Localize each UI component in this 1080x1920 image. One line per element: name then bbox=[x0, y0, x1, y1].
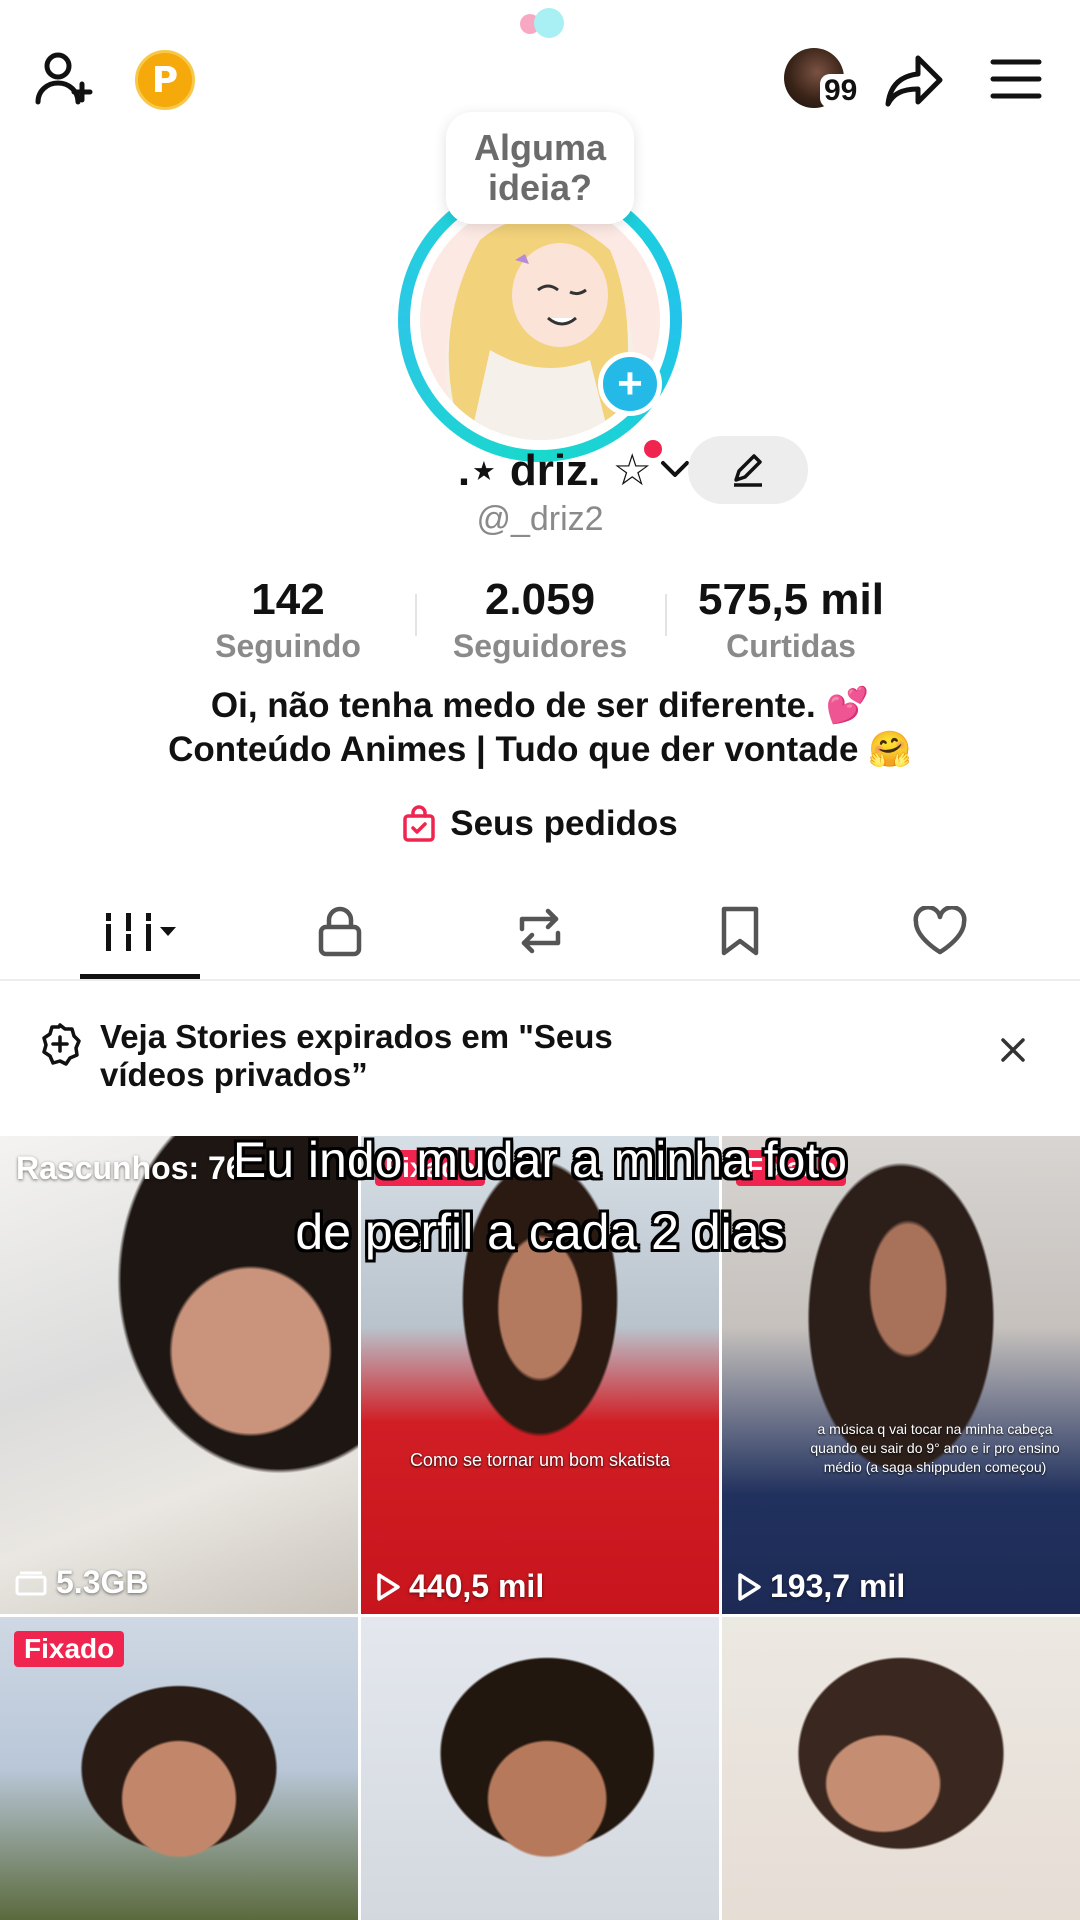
followers-stat[interactable]: 2.059 Seguidores bbox=[425, 574, 655, 666]
drafts-size-value: 5.3GB bbox=[56, 1564, 149, 1600]
chevron-down-icon bbox=[660, 453, 690, 487]
view-count: 193,7 mil bbox=[736, 1568, 905, 1605]
likes-label: Curtidas bbox=[726, 628, 856, 664]
close-icon[interactable] bbox=[1000, 1030, 1026, 1073]
stories-banner-text: Veja Stories expirados em "Seus vídeos p… bbox=[100, 1018, 613, 1093]
likes-count: 575,5 mil bbox=[698, 575, 884, 624]
likes-stat[interactable]: 575,5 mil Curtidas bbox=[676, 574, 906, 666]
orders-label: Seus pedidos bbox=[450, 804, 678, 843]
video-tile[interactable] bbox=[361, 1617, 719, 1920]
status-dot-cyan bbox=[534, 8, 564, 38]
drafts-icon bbox=[15, 1571, 47, 1595]
stat-divider bbox=[415, 594, 417, 636]
video-tile[interactable]: Fixado bbox=[0, 1617, 358, 1920]
display-name-row[interactable]: .⋆ driz. ☆ bbox=[0, 440, 690, 500]
bio-line-2: Conteúdo Animes | Tudo que der vontade 🤗 bbox=[168, 730, 912, 769]
following-label: Seguindo bbox=[215, 628, 361, 664]
following-stat[interactable]: 142 Seguindo bbox=[173, 574, 403, 666]
tab-divider bbox=[0, 979, 1080, 981]
drafts-size: 5.3GB bbox=[14, 1564, 148, 1601]
tab-liked[interactable] bbox=[840, 900, 1040, 962]
add-story-button[interactable]: + bbox=[598, 352, 662, 416]
video-tile[interactable] bbox=[722, 1617, 1080, 1920]
overlay-caption: Eu indo mudar a minha foto de perfil a c… bbox=[0, 1124, 1080, 1268]
shopping-bag-icon bbox=[403, 805, 435, 842]
orders-link[interactable]: Seus pedidos bbox=[0, 804, 1080, 844]
overlay-caption-line-2: de perfil a cada 2 dias bbox=[295, 1204, 785, 1260]
tab-reposts[interactable] bbox=[440, 900, 640, 962]
view-count-value: 440,5 mil bbox=[409, 1568, 545, 1604]
menu-icon[interactable] bbox=[990, 58, 1042, 100]
points-coin-icon[interactable]: P bbox=[135, 50, 195, 110]
view-count: 440,5 mil bbox=[375, 1568, 544, 1605]
stat-divider bbox=[665, 594, 667, 636]
view-count-value: 193,7 mil bbox=[770, 1568, 906, 1604]
overlay-caption-line-1: Eu indo mudar a minha foto bbox=[232, 1132, 848, 1188]
grid-filter-icon bbox=[103, 913, 176, 951]
story-plus-icon bbox=[38, 1022, 82, 1071]
notification-count: 99 bbox=[820, 74, 862, 108]
tab-videos[interactable] bbox=[40, 900, 240, 962]
repost-icon bbox=[519, 908, 561, 954]
lock-icon bbox=[318, 906, 362, 957]
display-name: .⋆ driz. ☆ bbox=[457, 445, 652, 495]
add-friend-icon[interactable] bbox=[34, 48, 96, 110]
edit-profile-button[interactable] bbox=[688, 436, 808, 504]
video-caption: Como se tornar um bom skatista bbox=[409, 1450, 671, 1470]
play-icon bbox=[377, 1572, 400, 1601]
bookmark-icon bbox=[721, 906, 759, 956]
username-handle: @_driz2 bbox=[476, 500, 604, 538]
tab-private[interactable] bbox=[240, 900, 440, 962]
bio-line-1: Oi, não tenha medo de ser diferente. 💕 bbox=[210, 686, 870, 725]
followers-count: 2.059 bbox=[484, 575, 596, 624]
tab-saved[interactable] bbox=[640, 900, 840, 962]
bio: Oi, não tenha medo de ser diferente. 💕 C… bbox=[0, 684, 1080, 772]
following-count: 142 bbox=[251, 575, 325, 624]
play-icon bbox=[738, 1572, 761, 1601]
followers-label: Seguidores bbox=[452, 628, 628, 664]
idea-prompt-bubble[interactable]: Alguma ideia? bbox=[446, 112, 634, 224]
share-icon[interactable] bbox=[884, 52, 946, 108]
video-caption: a música q vai tocar na minha cabeça qua… bbox=[810, 1421, 1060, 1475]
account-notification-dot bbox=[644, 440, 662, 458]
pinned-badge: Fixado bbox=[14, 1631, 125, 1667]
pencil-icon bbox=[734, 454, 762, 487]
heart-icon bbox=[913, 906, 967, 955]
